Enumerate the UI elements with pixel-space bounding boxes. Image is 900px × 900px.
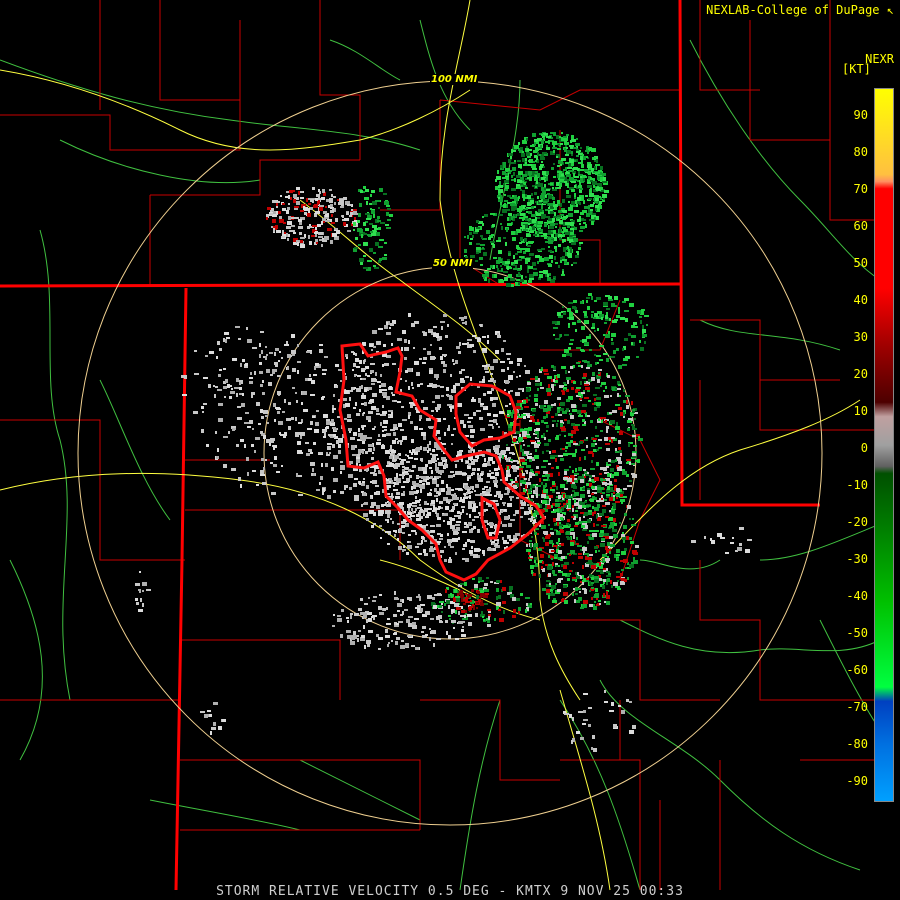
- scale-tick-label: -10: [846, 478, 868, 492]
- range-rings: [77, 80, 823, 826]
- scale-tick-label: -20: [846, 515, 868, 529]
- radar-map: [0, 0, 891, 891]
- state-boundaries: [0, 0, 820, 891]
- ring-100nmi: [77, 80, 823, 826]
- scale-tick-label: -70: [846, 700, 868, 714]
- cursor-arrow-icon: ↖: [886, 3, 894, 17]
- scale-tick-label: 70: [853, 182, 868, 196]
- scale-tick-label: -50: [846, 626, 868, 640]
- scale-tick-label: 50: [853, 256, 868, 270]
- scale-tick-label: -40: [846, 589, 868, 603]
- ring-label-50nmi: 50 NMI: [432, 258, 474, 269]
- scale-tick-label: 40: [853, 293, 868, 307]
- scale-tick-label: 10: [853, 404, 868, 418]
- scale-tick-label: 90: [853, 108, 868, 122]
- units-label: [KT]: [842, 62, 871, 76]
- credit-text: NEXLAB-College of DuPage ↖: [706, 3, 894, 17]
- scale-tick-label: 30: [853, 330, 868, 344]
- product-description: STORM RELATIVE VELOCITY 0.5 DEG - KMTX 9…: [216, 884, 684, 899]
- scale-tick-label: -90: [846, 774, 868, 788]
- scale-tick-label: -80: [846, 737, 868, 751]
- scale-tick-label: 20: [853, 367, 868, 381]
- scale-tick-label: -30: [846, 552, 868, 566]
- scale-tick-label: 80: [853, 145, 868, 159]
- velocity-color-scale: [874, 88, 894, 802]
- scale-tick-label: 60: [853, 219, 868, 233]
- scale-tick-label: 0: [860, 441, 868, 455]
- scale-tick-label: -60: [846, 663, 868, 677]
- ring-label-100nmi: 100 NMI: [430, 74, 479, 85]
- credit-label: NEXLAB-College of DuPage: [706, 3, 880, 17]
